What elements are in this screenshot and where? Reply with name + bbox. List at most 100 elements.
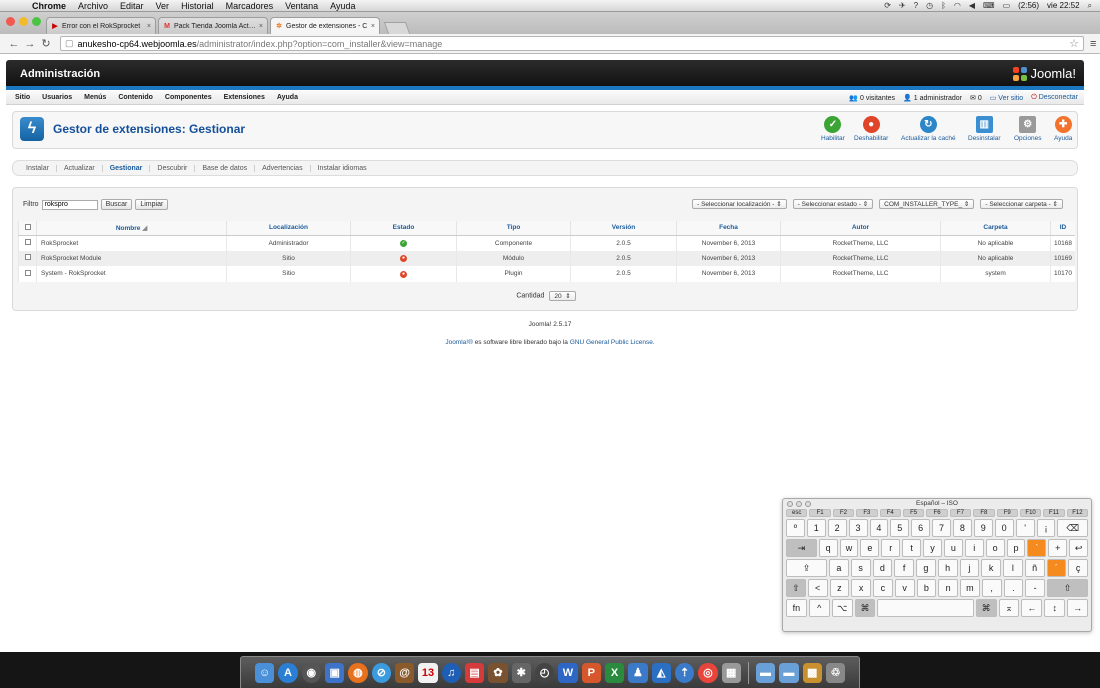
select-location[interactable]: - Seleccionar localización - ⇕ — [692, 199, 787, 209]
key[interactable]: ↕ — [1044, 599, 1066, 617]
key[interactable]: < — [807, 579, 828, 597]
itunes-icon[interactable]: ♫ — [441, 662, 461, 683]
tab-instalar[interactable]: Instalar — [19, 164, 57, 172]
tools-icon[interactable]: ✈ — [899, 1, 906, 10]
tab-descubrir[interactable]: Descubrir — [150, 164, 196, 172]
key[interactable]: esc — [786, 509, 808, 517]
volume-icon[interactable]: ◀ — [969, 1, 975, 10]
key[interactable]: ⇥ — [786, 539, 817, 557]
gpl-link[interactable]: GNU General Public License — [570, 339, 653, 346]
zoom-window-button[interactable] — [32, 17, 41, 26]
col-type[interactable]: Tipo — [456, 221, 571, 236]
col-folder[interactable]: Carpeta — [940, 221, 1051, 236]
joomla-link[interactable]: Joomla!® — [445, 339, 473, 346]
key[interactable]: z — [829, 579, 850, 597]
menu-ventana[interactable]: Ventana — [279, 1, 324, 11]
clock[interactable]: vie 22:52 — [1047, 1, 1079, 10]
key[interactable]: ⇧ — [786, 579, 806, 597]
key[interactable]: F11 — [1043, 509, 1065, 517]
key[interactable]: o — [985, 539, 1005, 557]
key[interactable]: ⇧ — [1047, 579, 1089, 597]
key[interactable]: s — [850, 559, 871, 577]
close-tab-icon[interactable]: × — [371, 23, 375, 30]
chrome-icon[interactable]: ◎ — [698, 662, 718, 683]
tab-actualizar[interactable]: Actualizar — [57, 164, 103, 172]
new-tab-button[interactable] — [383, 22, 411, 34]
key[interactable]: f — [894, 559, 915, 577]
key[interactable]: ⌘ — [854, 599, 876, 617]
browser-tab-2[interactable]: M Pack Tienda Joomla Activo × — [158, 17, 268, 34]
key[interactable]: n — [938, 579, 958, 597]
keyboard-minimize-button[interactable] — [796, 501, 802, 507]
menu-ayuda[interactable]: Ayuda — [324, 1, 361, 11]
key[interactable]: 2 — [827, 519, 847, 537]
col-status[interactable]: Estado — [350, 221, 457, 236]
key[interactable]: ⌫ — [1057, 519, 1089, 537]
sync-icon[interactable]: ⟳ — [884, 1, 891, 10]
downloads-stack-icon[interactable]: ▩ — [802, 662, 822, 683]
address-bar[interactable]: ▢ anukesho-cp64.webjoomla.es /administra… — [60, 36, 1084, 51]
spotlight-icon[interactable]: ⌕ — [1088, 1, 1092, 11]
key[interactable]: ç — [1068, 559, 1089, 577]
key[interactable]: x — [851, 579, 871, 597]
refresh-cache-button[interactable]: ↻ Actualizar la caché — [901, 116, 956, 142]
browser-tab-1[interactable]: ▶ Error con el RokSprocket × — [46, 17, 156, 34]
back-icon[interactable]: ← — [6, 38, 22, 50]
quantity-select[interactable]: 20 ⇕ — [549, 291, 576, 301]
key[interactable]: F8 — [973, 509, 995, 517]
key[interactable]: F2 — [832, 509, 855, 517]
key[interactable]: ⇪ — [786, 559, 828, 577]
menu-extensiones[interactable]: Extensiones — [218, 94, 271, 101]
key[interactable]: F10 — [1019, 509, 1042, 517]
key[interactable]: ´ — [1046, 559, 1067, 577]
key[interactable]: , — [981, 579, 1002, 597]
disabled-status-icon[interactable]: ● — [400, 270, 407, 278]
key[interactable]: → — [1067, 599, 1089, 617]
menu-sitio[interactable]: Sitio — [9, 94, 36, 101]
key[interactable]: 6 — [911, 519, 931, 537]
iphoto-icon[interactable]: ✿ — [488, 662, 508, 683]
calendar-icon[interactable]: 13 — [418, 662, 438, 683]
key[interactable]: y — [923, 539, 942, 557]
menu-app[interactable]: Chrome — [26, 1, 72, 11]
key[interactable]: b — [916, 579, 937, 597]
key[interactable]: ⌘ — [975, 599, 997, 617]
key[interactable]: 1 — [806, 519, 826, 537]
help-button[interactable]: ✚ Ayuda — [1054, 116, 1072, 142]
col-id[interactable]: ID — [1050, 221, 1075, 236]
excel-icon[interactable]: X — [604, 662, 625, 683]
key[interactable]: ↩ — [1069, 539, 1089, 557]
key[interactable]: d — [872, 559, 893, 577]
key[interactable]: k — [981, 559, 1002, 577]
key[interactable]: - — [1025, 579, 1045, 597]
bluetooth-icon[interactable]: ᛒ — [941, 1, 946, 10]
bookmark-star-icon[interactable]: ☆ — [1069, 37, 1079, 50]
menu-componentes[interactable]: Componentes — [159, 94, 218, 101]
key[interactable]: i — [964, 539, 984, 557]
select-type[interactable]: COM_INSTALLER_TYPE_ ⇕ — [879, 199, 975, 209]
key[interactable]: v — [894, 579, 915, 597]
key[interactable]: ' — [1015, 519, 1035, 537]
documents-folder-icon[interactable]: ▬ — [779, 662, 799, 683]
select-folder[interactable]: - Seleccionar carpeta - ⇕ — [980, 199, 1063, 209]
close-tab-icon[interactable]: × — [147, 23, 151, 30]
minimize-window-button[interactable] — [19, 17, 28, 26]
disable-button[interactable]: ● Deshabilitar — [854, 116, 888, 142]
time-machine-icon[interactable]: ◷ — [926, 1, 933, 10]
key[interactable]: 3 — [848, 519, 868, 537]
key[interactable]: F1 — [809, 509, 831, 517]
key[interactable]: u — [943, 539, 963, 557]
options-button[interactable]: ⚙ Opciones — [1014, 116, 1041, 142]
select-status[interactable]: - Seleccionar estado - ⇕ — [792, 199, 874, 209]
key[interactable]: 9 — [973, 519, 993, 537]
tab-instalar-idiomas[interactable]: Instalar idiomas — [311, 165, 374, 172]
row-checkbox[interactable] — [24, 239, 31, 245]
col-author[interactable]: Autor — [780, 221, 941, 236]
forward-icon[interactable]: → — [22, 38, 38, 50]
firefox-icon[interactable]: ◍ — [348, 662, 368, 683]
preview-photos-icon[interactable]: ▦ — [721, 662, 741, 683]
finder-icon[interactable]: ☺ — [255, 662, 275, 683]
menu-menus[interactable]: Menús — [78, 94, 112, 101]
menu-ver[interactable]: Ver — [150, 1, 176, 11]
key[interactable]: F3 — [856, 509, 878, 517]
